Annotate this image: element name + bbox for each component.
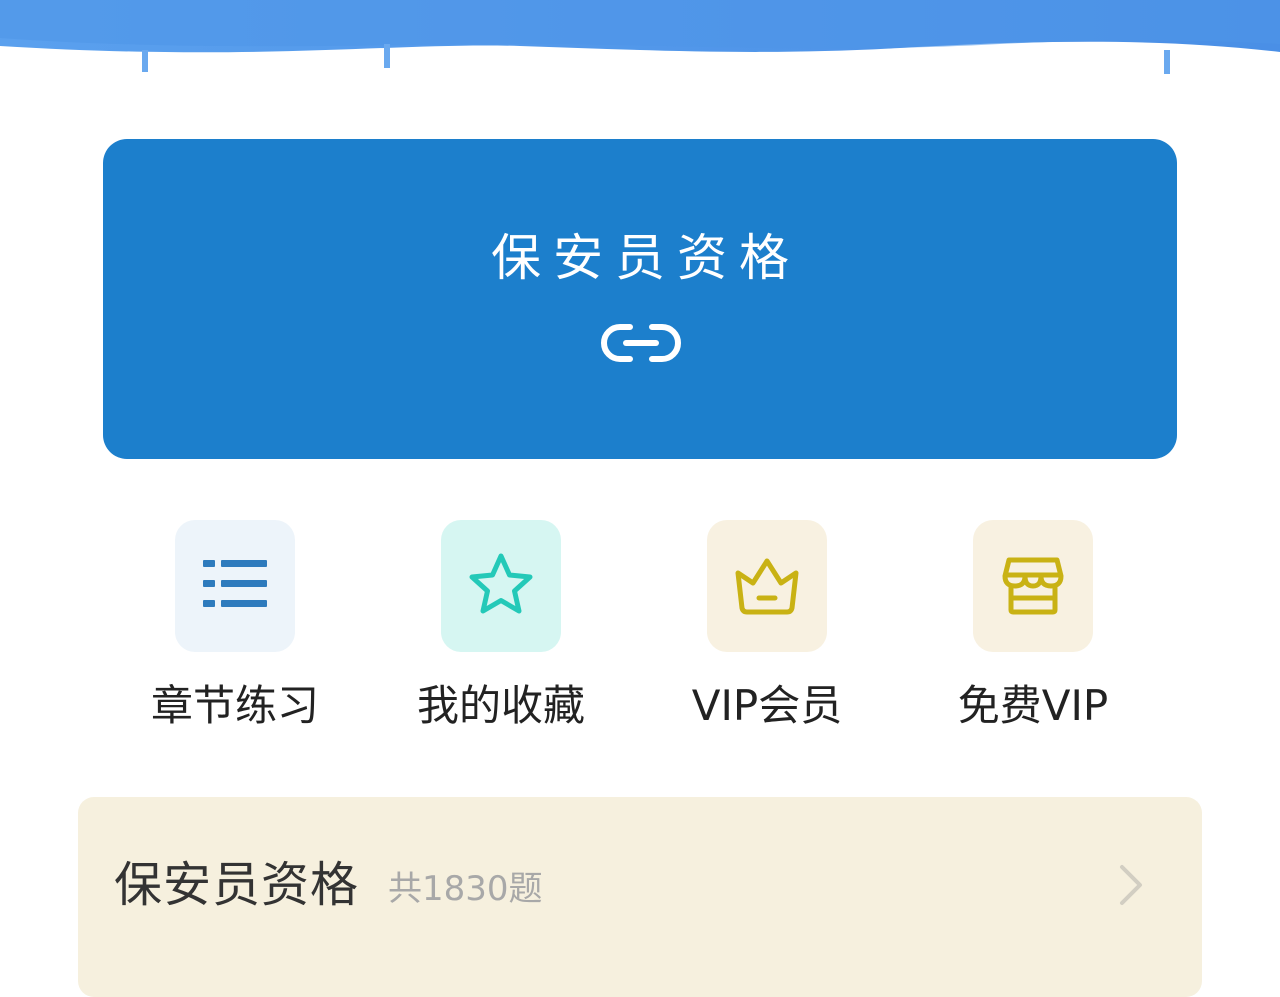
my-favorites-label: 我的收藏 <box>416 681 585 730</box>
free-vip-button[interactable]: 免费VIP <box>923 520 1143 735</box>
star-icon <box>469 553 533 614</box>
chapter-practice-button[interactable]: 章节练习 <box>125 520 345 735</box>
store-icon <box>1002 557 1064 615</box>
my-favorites-button[interactable]: 我的收藏 <box>391 520 611 735</box>
vip-member-button[interactable]: VIP会员 <box>657 520 877 735</box>
exam-hero-card[interactable] <box>103 139 1177 459</box>
question-count: 共1830题 <box>388 869 543 909</box>
hero-title: 保安员资格 <box>491 229 801 287</box>
free-vip-label: 免费VIP <box>957 681 1109 730</box>
question-bank-row[interactable]: 保安员资格 共1830题 <box>78 797 1202 997</box>
header-wave <box>0 0 1280 74</box>
chapter-practice-tile <box>175 520 295 652</box>
my-favorites-tile <box>441 520 561 652</box>
vip-member-label: VIP会员 <box>691 681 843 730</box>
vip-member-tile <box>707 520 827 652</box>
chapter-practice-label: 章节练习 <box>150 681 319 730</box>
chevron-right-icon <box>1120 865 1142 905</box>
question-bank-title: 保安员资格 <box>114 857 360 913</box>
free-vip-tile <box>973 520 1093 652</box>
list-icon <box>203 560 267 607</box>
crown-icon <box>735 558 799 615</box>
link-icon[interactable] <box>600 322 682 366</box>
